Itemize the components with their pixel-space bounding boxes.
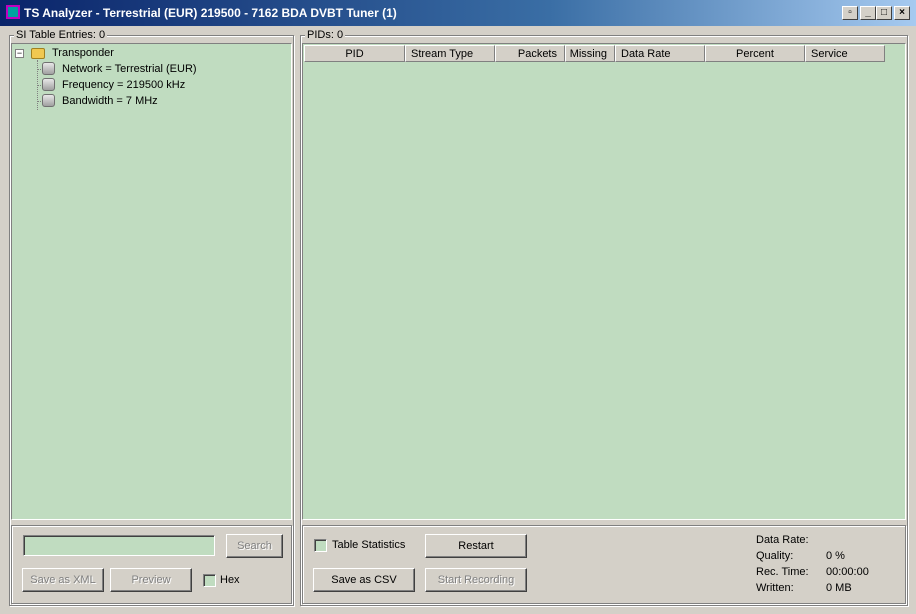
minimize-button[interactable]: _ — [860, 6, 876, 20]
pid-controls-box — [302, 525, 906, 604]
column-header-stream-type[interactable]: Stream Type — [405, 45, 495, 62]
written-label: Written: — [756, 582, 794, 594]
app-icon — [6, 5, 20, 19]
column-header-data-rate[interactable]: Data Rate — [615, 45, 705, 62]
si-table-legend: SI Table Entries: 0 — [14, 29, 108, 41]
close-button[interactable]: × — [894, 6, 910, 20]
pid-list-header: PID Stream Type Packets Missing Data Rat… — [304, 45, 886, 62]
folder-icon — [31, 48, 45, 59]
maximize-button[interactable]: □ — [876, 6, 892, 20]
restart-button[interactable]: Restart — [425, 534, 527, 558]
search-input[interactable] — [23, 535, 215, 556]
tree-item-label: Transponder — [52, 47, 114, 59]
hex-label: Hex — [220, 574, 240, 586]
column-header-service[interactable]: Service — [805, 45, 885, 62]
window-title: TS Analyzer - Terrestrial (EUR) 219500 -… — [24, 6, 397, 20]
restore-small-button[interactable]: ▫ — [842, 6, 858, 20]
column-header-pid[interactable]: PID — [304, 45, 405, 62]
written-value: 0 MB — [826, 582, 852, 594]
pid-list[interactable]: PID Stream Type Packets Missing Data Rat… — [302, 43, 906, 520]
column-header-missing[interactable]: Missing — [565, 45, 615, 62]
column-header-percent[interactable]: Percent — [705, 45, 805, 62]
rec-time-value: 00:00:00 — [826, 566, 869, 578]
column-header-packets[interactable]: Packets — [495, 45, 565, 62]
quality-label: Quality: — [756, 550, 794, 562]
quality-value: 0 % — [826, 550, 845, 562]
tree-item-label: Network = Terrestrial (EUR) — [62, 63, 197, 75]
si-tree-view[interactable]: − Transponder Network = Terrestrial (EUR… — [11, 43, 292, 520]
node-icon — [42, 94, 55, 107]
save-as-csv-button[interactable]: Save as CSV — [313, 568, 415, 592]
search-button[interactable]: Search — [226, 534, 283, 558]
save-as-xml-button[interactable]: Save as XML — [22, 568, 104, 592]
preview-button[interactable]: Preview — [110, 568, 192, 592]
tree-item-label: Bandwidth = 7 MHz — [62, 95, 158, 107]
pids-legend: PIDs: 0 — [305, 29, 346, 41]
start-recording-button[interactable]: Start Recording — [425, 568, 527, 592]
node-icon — [42, 62, 55, 75]
node-icon — [42, 78, 55, 91]
table-statistics-label: Table Statistics — [332, 539, 406, 551]
rec-time-label: Rec. Time: — [756, 566, 809, 578]
data-rate-label: Data Rate: — [756, 534, 809, 546]
tree-item-label: Frequency = 219500 kHz — [62, 79, 186, 91]
collapse-icon[interactable]: − — [15, 49, 24, 58]
hex-checkbox[interactable] — [203, 574, 216, 587]
title-bar[interactable]: TS Analyzer - Terrestrial (EUR) 219500 -… — [0, 0, 916, 26]
table-statistics-checkbox[interactable] — [314, 539, 327, 552]
